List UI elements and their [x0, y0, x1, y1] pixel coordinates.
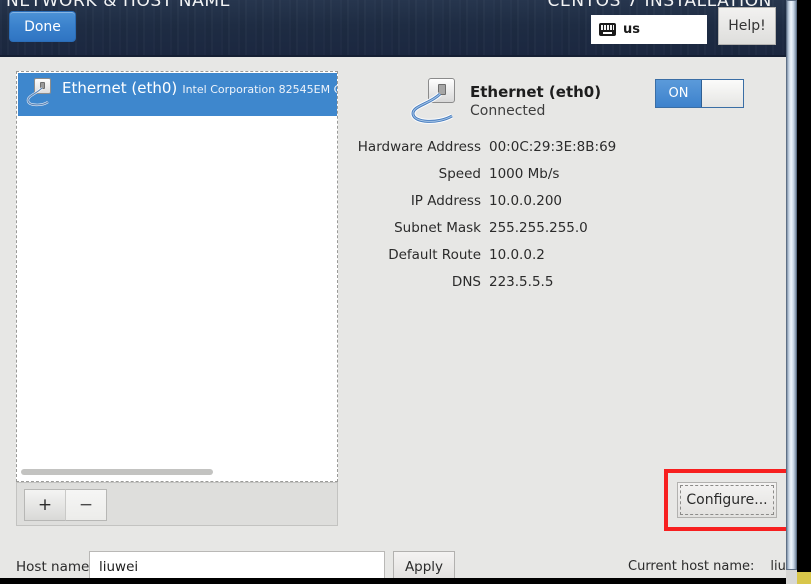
info-row: DNS 223.5.5.5	[346, 274, 706, 301]
info-label: Speed	[438, 166, 481, 182]
list-item-text: Ethernet (eth0) Intel Corporation 82545E…	[62, 78, 337, 97]
interface-header-text: Ethernet (eth0) Connected	[470, 78, 601, 121]
info-label: Subnet Mask	[394, 220, 481, 236]
info-value: 10.0.0.2	[489, 247, 545, 263]
current-host-name-label: Current host name:	[628, 559, 755, 574]
network-list-toolbar: + −	[16, 482, 338, 526]
page-title: NETWORK & HOST NAME	[6, 0, 231, 11]
toggle-state-label: ON	[668, 86, 689, 101]
ethernet-icon	[26, 78, 56, 108]
host-name-label: Host name:	[16, 559, 94, 575]
configure-button-label: Configure...	[686, 492, 768, 508]
info-label: DNS	[451, 274, 481, 290]
desktop-background	[797, 0, 811, 584]
info-row: Subnet Mask 255.255.255.0	[346, 220, 706, 247]
anaconda-installer-window: NETWORK & HOST NAME CENTOS 7 INSTALLATIO…	[0, 0, 786, 578]
content-area: Ethernet (eth0) Intel Corporation 82545E…	[0, 57, 786, 578]
info-row: IP Address 10.0.0.200	[346, 193, 706, 220]
network-interface-list[interactable]: Ethernet (eth0) Intel Corporation 82545E…	[16, 71, 338, 482]
remove-interface-button[interactable]: −	[65, 489, 107, 521]
add-interface-button[interactable]: +	[24, 489, 66, 521]
info-value: 223.5.5.5	[489, 274, 554, 290]
info-label: Hardware Address	[357, 139, 481, 155]
list-horizontal-scrollbar-thumb[interactable]	[21, 469, 213, 475]
desktop-accent-strip	[797, 572, 811, 584]
keyboard-layout-indicator[interactable]: us	[591, 15, 707, 44]
done-button[interactable]: Done	[9, 11, 76, 42]
done-button-label: Done	[24, 18, 61, 35]
info-row: Speed 1000 Mb/s	[346, 166, 706, 193]
info-row: Default Route 10.0.0.2	[346, 247, 706, 274]
toggle-on-segment: ON	[656, 80, 701, 107]
interface-name: Ethernet (eth0)	[470, 83, 602, 101]
info-row: Hardware Address 00:0C:29:3E:8B:69	[346, 139, 706, 166]
help-button[interactable]: Help!	[718, 7, 776, 45]
list-item-subtitle: Intel Corporation 82545EM Gigabit Ethern…	[182, 83, 337, 96]
current-host-name-value: liuwei	[770, 559, 786, 574]
keyboard-layout-label: us	[623, 22, 640, 37]
info-label: IP Address	[410, 193, 481, 209]
list-horizontal-scrollbar-track[interactable]	[19, 469, 335, 478]
interface-details-panel: Ethernet (eth0) Connected ON Hardware Ad…	[346, 71, 766, 482]
host-name-bar: Host name: Apply Current host name: liuwe…	[0, 538, 786, 578]
top-banner: NETWORK & HOST NAME CENTOS 7 INSTALLATIO…	[0, 0, 786, 57]
window-vertical-scrollbar-thumb[interactable]	[786, 0, 797, 570]
host-name-input[interactable]	[89, 551, 385, 578]
info-value: 1000 Mb/s	[489, 166, 560, 182]
list-item-title: Ethernet (eth0)	[62, 79, 178, 97]
info-value: 255.255.255.0	[489, 220, 588, 236]
toggle-knob[interactable]	[701, 80, 743, 107]
apply-button[interactable]: Apply	[393, 551, 455, 578]
interface-on-off-toggle[interactable]: ON	[655, 79, 744, 108]
remove-interface-label: −	[78, 495, 94, 515]
configure-button[interactable]: Configure...	[677, 482, 777, 518]
interface-info-table: Hardware Address 00:0C:29:3E:8B:69 Speed…	[346, 139, 706, 301]
help-button-label: Help!	[728, 18, 766, 34]
keyboard-icon	[599, 23, 616, 36]
info-value: 10.0.0.200	[489, 193, 562, 209]
add-interface-label: +	[37, 495, 53, 515]
window-vertical-scrollbar[interactable]	[786, 0, 797, 584]
screen-root: NETWORK & HOST NAME CENTOS 7 INSTALLATIO…	[0, 0, 811, 584]
ethernet-icon	[408, 78, 462, 128]
interface-status: Connected	[470, 103, 546, 119]
info-value: 00:0C:29:3E:8B:69	[489, 139, 617, 155]
current-host-name: Current host name: liuwei	[628, 559, 786, 574]
interface-header: Ethernet (eth0) Connected	[408, 78, 601, 128]
list-item[interactable]: Ethernet (eth0) Intel Corporation 82545E…	[18, 73, 337, 116]
apply-button-label: Apply	[404, 559, 444, 575]
info-label: Default Route	[388, 247, 481, 263]
